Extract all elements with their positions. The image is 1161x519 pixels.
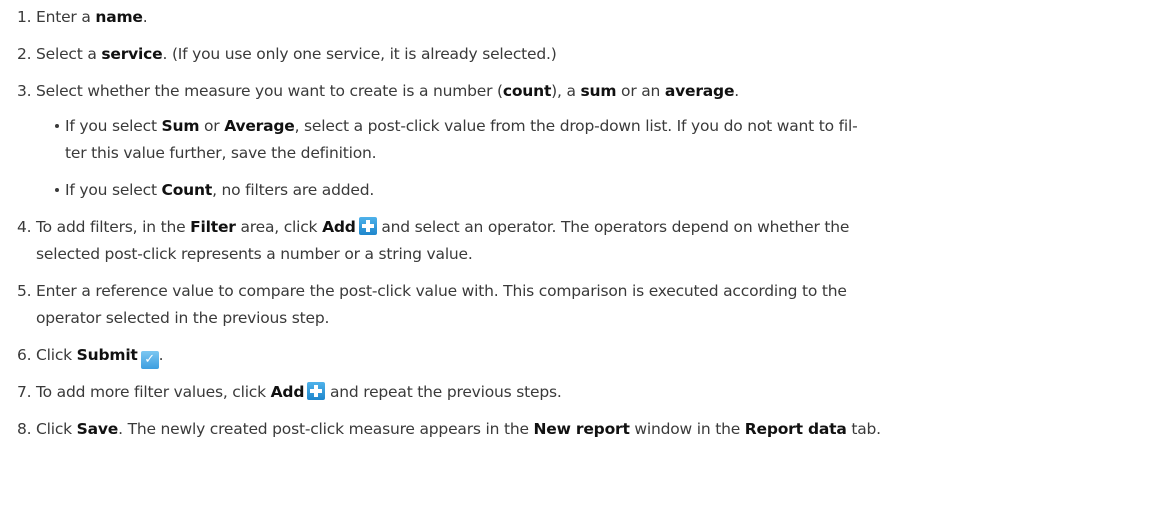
- term-count: Count: [161, 181, 213, 199]
- step-number: 7.: [17, 383, 32, 401]
- bullet-text: , no filters are added.: [212, 181, 375, 199]
- step-text: .: [142, 8, 148, 26]
- term-service: service: [101, 45, 163, 63]
- step-text: . (If you use only one service, it is al…: [162, 45, 557, 63]
- term-average: average: [664, 82, 735, 100]
- step-text: and select an operator. The operators de…: [376, 218, 850, 236]
- step-text: or an: [616, 82, 665, 100]
- checkmark-icon: ✓: [140, 351, 159, 369]
- step-text: Enter a: [36, 8, 96, 26]
- step-2: 2. Select a service. (If you use only on…: [17, 41, 1157, 68]
- bullet-item: If you select Sum or Average, select a p…: [36, 113, 1157, 167]
- bullet-dot: [55, 124, 59, 128]
- bullet-text: or: [199, 117, 225, 135]
- bullet-text: ter this value further, save the definit…: [65, 144, 377, 162]
- step-text: Select whether the measure you want to c…: [36, 82, 503, 100]
- step-text: ), a: [551, 82, 581, 100]
- step-8: 8. Click Save. The newly created post-cl…: [17, 416, 1157, 443]
- bullet-text: If you select: [65, 117, 162, 135]
- term-count: count: [502, 82, 552, 100]
- term-new-report: New report: [533, 420, 630, 438]
- step-text: Enter a reference value to compare the p…: [36, 282, 847, 300]
- term-add: Add: [322, 218, 356, 236]
- instructions-document: 1. Enter a name. 2. Select a service. (I…: [0, 0, 1161, 443]
- step-6: 6. Click Submit ✓.: [17, 342, 1157, 369]
- step-text: operator selected in the previous step.: [36, 309, 330, 327]
- term-name: name: [95, 8, 143, 26]
- term-add: Add: [270, 383, 305, 401]
- term-sum: sum: [580, 82, 617, 100]
- step-number: 1.: [17, 8, 32, 26]
- step-text: window in the: [629, 420, 745, 438]
- step-text: area, click: [235, 218, 323, 236]
- bullet-item: If you select Count, no filters are adde…: [36, 177, 1157, 204]
- term-filter: Filter: [190, 218, 236, 236]
- term-average: Average: [224, 117, 295, 135]
- step-text: To add more filter values, click: [36, 383, 271, 401]
- step-text: Click: [36, 346, 77, 364]
- step-text: To add filters, in the: [36, 218, 191, 236]
- step-1: 1. Enter a name.: [17, 0, 1157, 31]
- step-7: 7. To add more filter values, click Add …: [17, 379, 1157, 406]
- step-number: 6.: [17, 346, 32, 364]
- step-text: . The newly created post-click measure a…: [118, 420, 534, 438]
- bullet-text: , select a post-click value from the dro…: [294, 117, 858, 135]
- step-4: 4. To add filters, in the Filter area, c…: [17, 214, 1157, 268]
- bullet-text: If you select: [65, 181, 162, 199]
- step-text: selected post-click represents a number …: [36, 245, 473, 263]
- step-text: Select a: [36, 45, 102, 63]
- step-number: 2.: [17, 45, 32, 63]
- step-number: 3.: [17, 82, 32, 100]
- step-number: 8.: [17, 420, 32, 438]
- term-submit: Submit: [76, 346, 138, 364]
- term-save: Save: [76, 420, 119, 438]
- step-3-bullets: If you select Sum or Average, select a p…: [36, 113, 1157, 204]
- step-text: .: [734, 82, 739, 100]
- step-text: Click: [36, 420, 77, 438]
- plus-icon: [307, 382, 326, 400]
- term-report-data: Report data: [744, 420, 847, 438]
- bullet-dot: [55, 188, 59, 192]
- step-number: 4.: [17, 218, 32, 236]
- step-3: 3. Select whether the measure you want t…: [17, 78, 1157, 204]
- step-number: 5.: [17, 282, 32, 300]
- plus-icon: [358, 217, 377, 235]
- step-text: tab.: [846, 420, 881, 438]
- term-sum: Sum: [161, 117, 200, 135]
- step-5: 5. Enter a reference value to compare th…: [17, 278, 1157, 332]
- step-text: .: [158, 346, 164, 364]
- step-text: and repeat the previous steps.: [325, 383, 562, 401]
